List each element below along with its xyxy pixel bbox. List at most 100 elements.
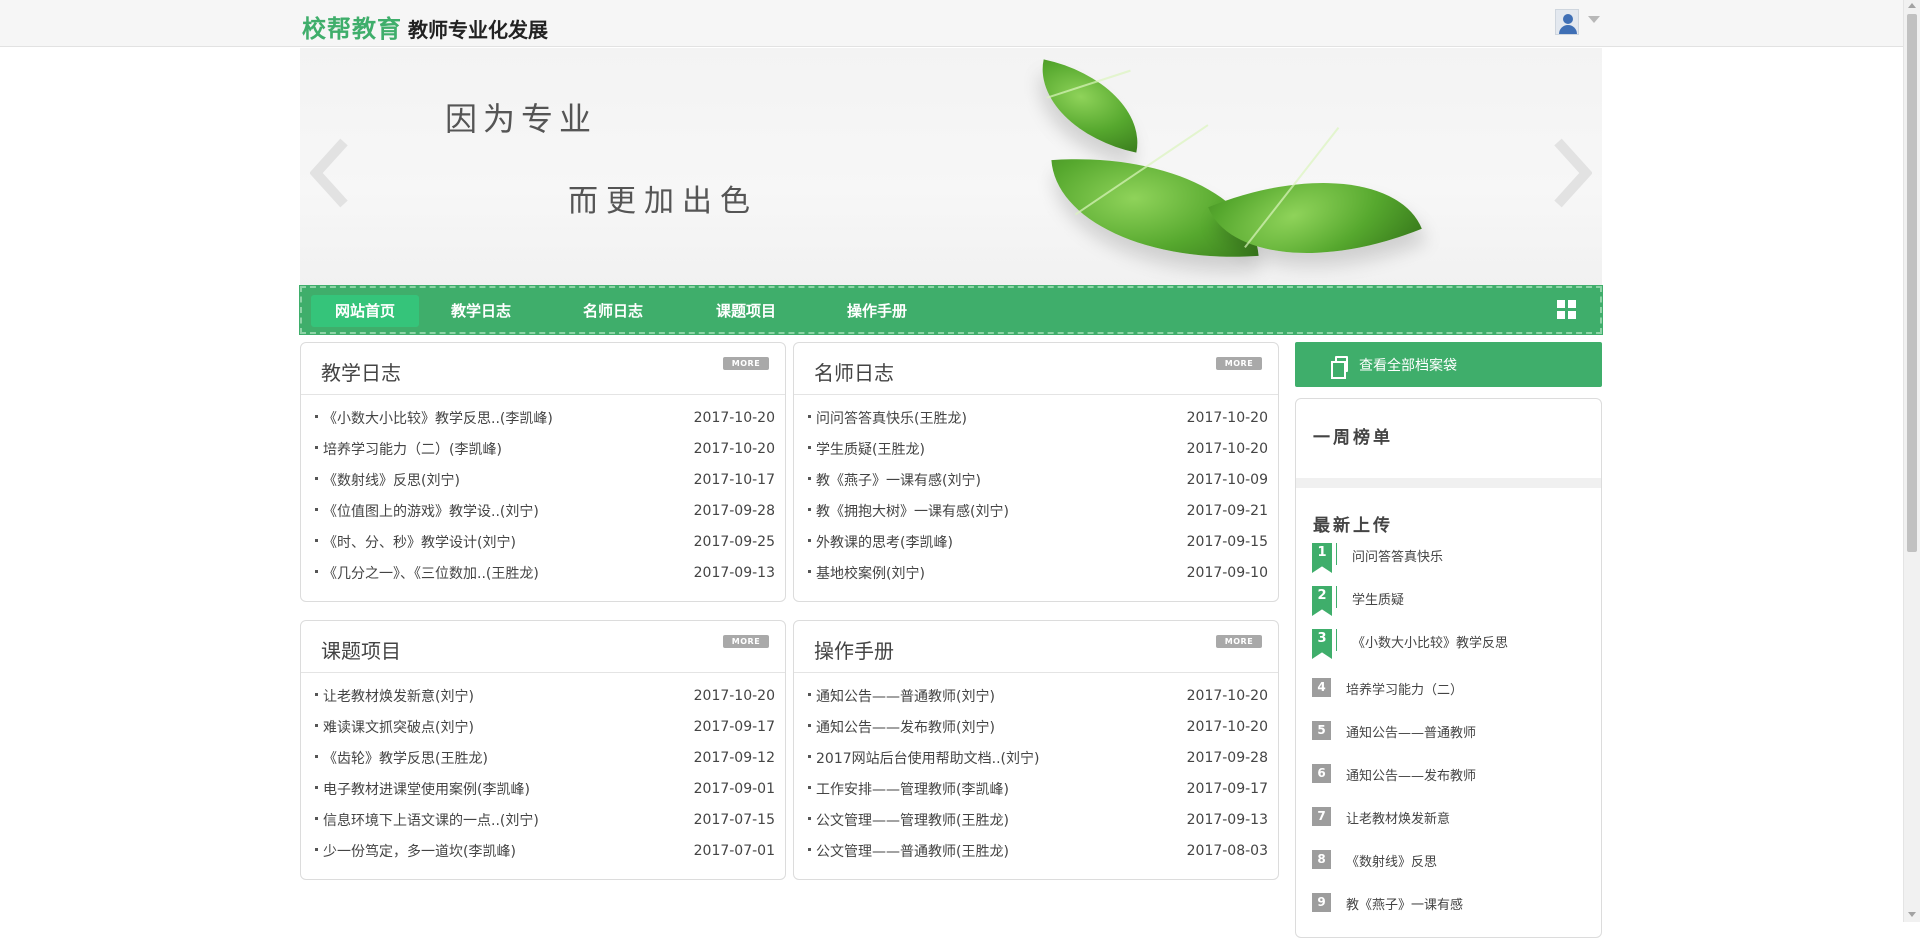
article-link[interactable]: 2017网站后台使用帮助文档..(刘宁) bbox=[816, 748, 1039, 768]
scroll-down-icon[interactable] bbox=[1908, 912, 1916, 917]
article-link[interactable]: 外教课的思考(李凯峰) bbox=[816, 532, 953, 552]
ranking-item-link[interactable]: 通知公告——发布教师 bbox=[1346, 765, 1476, 784]
article-link[interactable]: 《位值图上的游戏》教学设..(刘宁) bbox=[323, 501, 539, 521]
list-item[interactable]: 工作安排——管理教师(李凯峰) 2017-09-17 bbox=[808, 774, 1268, 805]
article-date: 2017-07-01 bbox=[693, 843, 775, 859]
more-button[interactable]: MORE bbox=[1216, 635, 1262, 648]
list-item[interactable]: 外教课的思考(李凯峰) 2017-09-15 bbox=[808, 527, 1268, 558]
article-date: 2017-08-03 bbox=[1186, 843, 1268, 859]
article-link[interactable]: 让老教材焕发新意(刘宁) bbox=[323, 686, 474, 706]
banner-next-icon[interactable] bbox=[1552, 138, 1592, 208]
user-avatar[interactable] bbox=[1555, 9, 1579, 35]
list-item[interactable]: 《几分之一》、《三位数加..(王胜龙) 2017-09-13 bbox=[315, 558, 775, 589]
list-item[interactable]: 《时、分、秒》教学设计(刘宁) 2017-09-25 bbox=[315, 527, 775, 558]
rank-badge: 6 bbox=[1312, 764, 1331, 783]
nav-master-log[interactable]: 名师日志 bbox=[559, 295, 667, 327]
ranking-item-link[interactable]: 教《燕子》一课有感 bbox=[1346, 894, 1463, 913]
scroll-thumb[interactable] bbox=[1907, 14, 1917, 552]
nav-teaching-log[interactable]: 教学日志 bbox=[427, 295, 535, 327]
banner-prev-icon[interactable] bbox=[310, 138, 350, 208]
list-item[interactable]: 问问答答真快乐(王胜龙) 2017-10-20 bbox=[808, 403, 1268, 434]
list-item[interactable]: 2017网站后台使用帮助文档..(刘宁) 2017-09-28 bbox=[808, 743, 1268, 774]
bullet-icon bbox=[808, 508, 811, 511]
grid-icon[interactable] bbox=[1557, 300, 1577, 320]
article-date: 2017-09-12 bbox=[693, 750, 775, 766]
ranking-item[interactable]: 4 培养学习能力（二） bbox=[1312, 672, 1592, 715]
avatar-body bbox=[1559, 25, 1577, 34]
article-link[interactable]: 工作安排——管理教师(李凯峰) bbox=[816, 779, 1009, 799]
ranking-item-link[interactable]: 《小数大小比较》教学反思 bbox=[1352, 632, 1508, 651]
page-scrollbar[interactable] bbox=[1903, 0, 1920, 922]
list-item[interactable]: 学生质疑(王胜龙) 2017-10-20 bbox=[808, 434, 1268, 465]
article-link[interactable]: 教《燕子》一课有感(刘宁) bbox=[816, 470, 981, 490]
list-item[interactable]: 《数射线》反思(刘宁) 2017-10-17 bbox=[315, 465, 775, 496]
nav-home[interactable]: 网站首页 bbox=[311, 295, 419, 327]
list-item[interactable]: 《齿轮》教学反思(王胜龙) 2017-09-12 bbox=[315, 743, 775, 774]
list-item[interactable]: 公文管理——普通教师(王胜龙) 2017-08-03 bbox=[808, 836, 1268, 867]
ranking-item[interactable]: 8 《数射线》反思 bbox=[1312, 844, 1592, 887]
article-link[interactable]: 学生质疑(王胜龙) bbox=[816, 439, 925, 459]
list-item[interactable]: 教《燕子》一课有感(刘宁) 2017-10-09 bbox=[808, 465, 1268, 496]
article-link[interactable]: 信息环境下上语文课的一点..(刘宁) bbox=[323, 810, 539, 830]
ranking-item-link[interactable]: 让老教材焕发新意 bbox=[1346, 808, 1450, 827]
article-link[interactable]: 问问答答真快乐(王胜龙) bbox=[816, 408, 967, 428]
ranking-item[interactable]: 2 学生质疑 bbox=[1312, 586, 1592, 629]
article-link[interactable]: 公文管理——普通教师(王胜龙) bbox=[816, 841, 1009, 861]
article-link[interactable]: 电子教材进课堂使用案例(李凯峰) bbox=[323, 779, 530, 799]
list-item[interactable]: 培养学习能力（二）(李凯峰) 2017-10-20 bbox=[315, 434, 775, 465]
list-item[interactable]: 教《拥抱大树》一课有感(刘宁) 2017-09-21 bbox=[808, 496, 1268, 527]
article-link[interactable]: 《时、分、秒》教学设计(刘宁) bbox=[323, 532, 516, 552]
more-button[interactable]: MORE bbox=[723, 357, 769, 370]
scroll-up-icon[interactable] bbox=[1908, 3, 1916, 8]
article-link[interactable]: 通知公告——发布教师(刘宁) bbox=[816, 717, 995, 737]
article-link[interactable]: 教《拥抱大树》一课有感(刘宁) bbox=[816, 501, 1009, 521]
article-link[interactable]: 《几分之一》、《三位数加..(王胜龙) bbox=[323, 563, 539, 583]
ranking-item-link[interactable]: 学生质疑 bbox=[1352, 589, 1404, 608]
list-item[interactable]: 少一份笃定，多一道坎(李凯峰) 2017-07-01 bbox=[315, 836, 775, 867]
ranking-item[interactable]: 7 让老教材焕发新意 bbox=[1312, 801, 1592, 844]
ranking-item[interactable]: 1 问问答答真快乐 bbox=[1312, 543, 1592, 586]
list-item[interactable]: 《位值图上的游戏》教学设..(刘宁) 2017-09-28 bbox=[315, 496, 775, 527]
more-button[interactable]: MORE bbox=[723, 635, 769, 648]
ranking-item-link[interactable]: 《数射线》反思 bbox=[1346, 851, 1437, 870]
list-item[interactable]: 通知公告——发布教师(刘宁) 2017-10-20 bbox=[808, 712, 1268, 743]
ranking-item-link[interactable]: 通知公告——普通教师 bbox=[1346, 722, 1476, 741]
nav-manual[interactable]: 操作手册 bbox=[823, 295, 931, 327]
list-item[interactable]: 通知公告——普通教师(刘宁) 2017-10-20 bbox=[808, 681, 1268, 712]
list-item[interactable]: 让老教材焕发新意(刘宁) 2017-10-20 bbox=[315, 681, 775, 712]
ranking-item[interactable]: 3 《小数大小比较》教学反思 bbox=[1312, 629, 1592, 672]
list-item[interactable]: 电子教材进课堂使用案例(李凯峰) 2017-09-01 bbox=[315, 774, 775, 805]
article-link[interactable]: 《数射线》反思(刘宁) bbox=[323, 470, 460, 490]
article-link[interactable]: 《小数大小比较》教学反思..(李凯峰) bbox=[323, 408, 553, 428]
more-button[interactable]: MORE bbox=[1216, 357, 1262, 370]
list-item[interactable]: 难读课文抓突破点(刘宁) 2017-09-17 bbox=[315, 712, 775, 743]
article-link[interactable]: 公文管理——管理教师(王胜龙) bbox=[816, 810, 1009, 830]
list-item[interactable]: 基地校案例(刘宁) 2017-09-10 bbox=[808, 558, 1268, 589]
list-item[interactable]: 公文管理——管理教师(王胜龙) 2017-09-13 bbox=[808, 805, 1268, 836]
chevron-down-icon[interactable] bbox=[1588, 16, 1600, 23]
divider bbox=[794, 394, 1278, 395]
article-link[interactable]: 培养学习能力（二）(李凯峰) bbox=[323, 439, 502, 459]
article-link[interactable]: 基地校案例(刘宁) bbox=[816, 563, 925, 583]
ranking-item[interactable]: 5 通知公告——普通教师 bbox=[1312, 715, 1592, 758]
ranking-item-link[interactable]: 培养学习能力（二） bbox=[1346, 679, 1463, 698]
divider bbox=[301, 394, 785, 395]
ranking-item-link[interactable]: 问问答答真快乐 bbox=[1352, 546, 1443, 565]
list-item[interactable]: 信息环境下上语文课的一点..(刘宁) 2017-07-15 bbox=[315, 805, 775, 836]
view-all-archives-button[interactable]: 查看全部档案袋 bbox=[1295, 342, 1602, 387]
article-date: 2017-10-17 bbox=[693, 472, 775, 488]
article-date: 2017-10-09 bbox=[1186, 472, 1268, 488]
article-link[interactable]: 《齿轮》教学反思(王胜龙) bbox=[323, 748, 488, 768]
article-link[interactable]: 少一份笃定，多一道坎(李凯峰) bbox=[323, 841, 516, 861]
article-link[interactable]: 难读课文抓突破点(刘宁) bbox=[323, 717, 474, 737]
ranking-item[interactable]: 6 通知公告——发布教师 bbox=[1312, 758, 1592, 801]
nav-projects[interactable]: 课题项目 bbox=[692, 295, 800, 327]
list-item[interactable]: 《小数大小比较》教学反思..(李凯峰) 2017-10-20 bbox=[315, 403, 775, 434]
article-link[interactable]: 通知公告——普通教师(刘宁) bbox=[816, 686, 995, 706]
bullet-icon bbox=[808, 415, 811, 418]
brand[interactable]: 校帮教育 教师专业化发展 bbox=[302, 9, 548, 43]
rank-badge: 7 bbox=[1312, 807, 1331, 826]
brand-logo[interactable]: 校帮教育 bbox=[302, 9, 402, 44]
ranking-item[interactable]: 9 教《燕子》一课有感 bbox=[1312, 887, 1592, 930]
bullet-icon bbox=[808, 786, 811, 789]
